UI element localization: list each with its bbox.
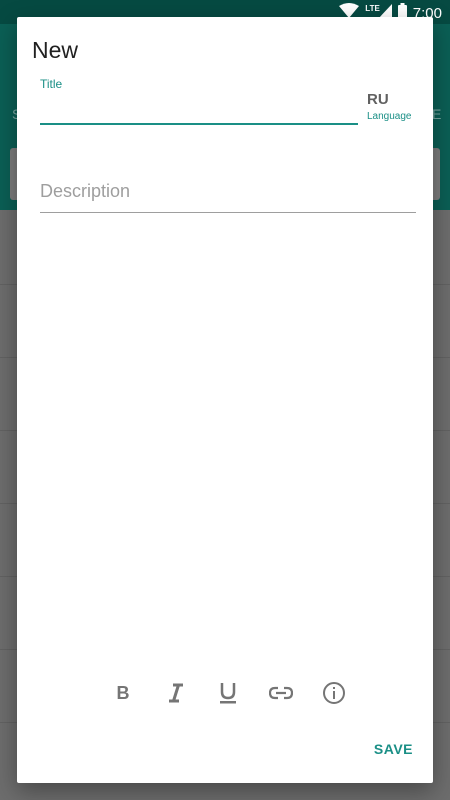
link-icon — [268, 686, 294, 705]
network-type-label: LTE — [365, 3, 380, 13]
underline-button[interactable] — [213, 680, 243, 710]
background-tab-fragment-right: E — [432, 106, 442, 122]
language-label: Language — [367, 111, 412, 122]
format-toolbar: B — [17, 680, 433, 710]
save-button[interactable]: SAVE — [374, 741, 413, 757]
svg-text:B: B — [117, 683, 130, 703]
bold-button[interactable]: B — [108, 680, 138, 710]
title-field: Title — [40, 77, 358, 125]
description-input[interactable] — [40, 171, 416, 213]
description-field — [40, 171, 416, 213]
language-value: RU — [367, 91, 389, 108]
title-input[interactable] — [40, 95, 358, 125]
italic-icon — [167, 683, 185, 708]
link-button[interactable] — [266, 680, 296, 710]
title-field-label: Title — [40, 77, 63, 91]
underline-icon — [219, 682, 237, 709]
info-button[interactable] — [319, 680, 349, 710]
dialog-title: New — [32, 37, 79, 63]
screen: S E LTE 7:00 New Title RU Language — [0, 0, 450, 800]
language-selector[interactable]: RU Language — [367, 91, 412, 122]
bold-icon: B — [114, 683, 132, 708]
new-item-dialog: New Title RU Language B — [17, 17, 433, 783]
info-icon — [322, 681, 346, 710]
italic-button[interactable] — [161, 680, 191, 710]
